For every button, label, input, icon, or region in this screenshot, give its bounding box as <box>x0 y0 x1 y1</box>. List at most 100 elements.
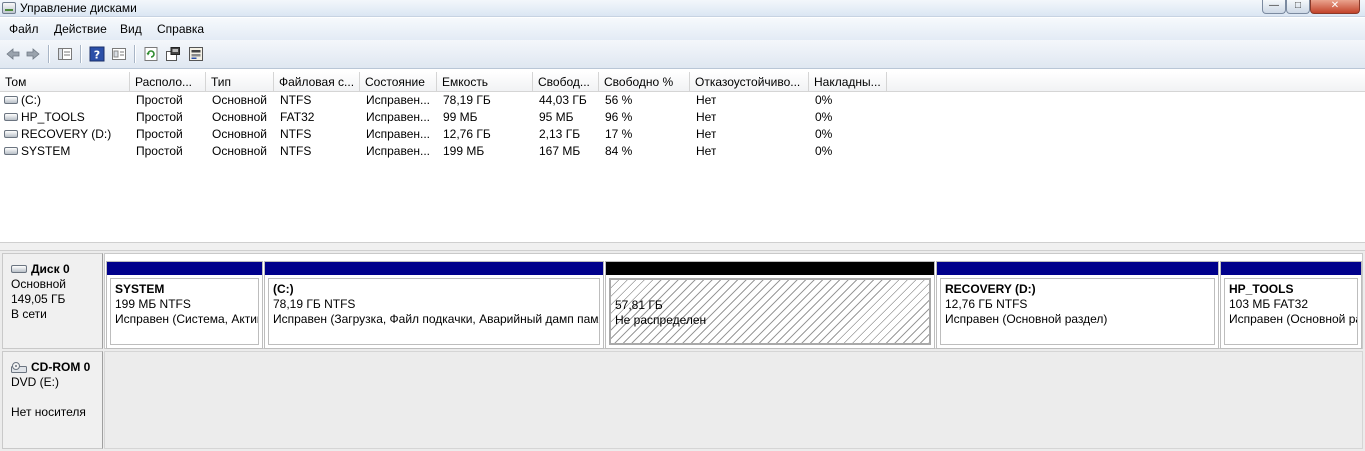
volume-capacity: 99 МБ <box>443 110 478 124</box>
drive-icon <box>4 113 18 121</box>
partition-unallocated[interactable]: 57,81 ГБ Не распределен <box>605 261 935 349</box>
volume-name: RECOVERY (D:) <box>21 127 112 141</box>
volume-free-space: 95 МБ <box>539 110 574 124</box>
column-header-overhead[interactable]: Накладны... <box>809 72 887 92</box>
volume-name: HP_TOOLS <box>21 110 85 124</box>
column-header-filesystem[interactable]: Файловая с... <box>274 72 360 92</box>
drive-icon <box>4 96 18 104</box>
volume-capacity: 78,19 ГБ <box>443 93 491 107</box>
volume-free-percent: 84 % <box>605 144 633 158</box>
column-header-fault-tolerance[interactable]: Отказоустойчиво... <box>690 72 809 92</box>
column-header-capacity[interactable]: Емкость <box>437 72 533 92</box>
window-title: Управление дисками <box>20 1 137 15</box>
volume-fault-tolerance: Нет <box>696 144 717 158</box>
title-bar: Управление дисками — □ ✕ <box>0 0 1365 17</box>
cdrom-status: Нет носителя <box>11 405 86 419</box>
pane-splitter[interactable] <box>0 242 1365 251</box>
column-header-status[interactable]: Состояние <box>360 72 437 92</box>
drive-icon <box>4 130 18 138</box>
refresh-icon[interactable] <box>143 46 159 62</box>
help-icon[interactable]: ? <box>89 46 105 62</box>
disk-wizard-icon[interactable] <box>188 46 204 62</box>
drive-icon <box>4 147 18 155</box>
minimize-button[interactable]: — <box>1262 0 1286 14</box>
volume-overhead: 0% <box>815 127 833 141</box>
partition-size: 57,81 ГБ <box>615 298 663 312</box>
column-header-type[interactable]: Тип <box>206 72 274 92</box>
table-row[interactable]: SYSTEM Простой Основной NTFS Исправен...… <box>0 143 1365 160</box>
disk-status: В сети <box>11 307 47 321</box>
partition-bar <box>1221 262 1361 275</box>
menu-help[interactable]: Справка <box>157 22 204 36</box>
partition-name: RECOVERY (D:) <box>945 282 1036 296</box>
partition-size: 78,19 ГБ NTFS <box>273 297 356 311</box>
column-header-layout[interactable]: Располо... <box>130 72 206 92</box>
volume-type: Основной <box>212 93 268 107</box>
volume-fault-tolerance: Нет <box>696 127 717 141</box>
volume-filesystem: NTFS <box>280 93 312 107</box>
volume-status: Исправен... <box>366 110 431 124</box>
volume-free-percent: 17 % <box>605 127 633 141</box>
partition-status: Исправен (Загрузка, Файл подкачки, Авари… <box>273 312 599 326</box>
table-row[interactable]: (C:) Простой Основной NTFS Исправен... 7… <box>0 92 1365 109</box>
list-view-icon[interactable] <box>57 46 73 62</box>
maximize-button[interactable]: □ <box>1286 0 1310 14</box>
column-header-volume[interactable]: Том <box>0 72 130 92</box>
partition-bar <box>265 262 603 275</box>
table-row[interactable]: HP_TOOLS Простой Основной FAT32 Исправен… <box>0 109 1365 126</box>
toolbar: ? <box>0 40 1365 69</box>
hard-disk-icon <box>11 265 27 273</box>
volume-filesystem: NTFS <box>280 127 312 141</box>
cdrom-0-label[interactable]: CD-ROM 0 DVD (E:) Нет носителя <box>2 351 103 449</box>
toolbar-separator <box>134 45 135 63</box>
volume-overhead: 0% <box>815 144 833 158</box>
back-arrow-icon[interactable] <box>5 46 21 62</box>
volume-list: Том Располо... Тип Файловая с... Состоян… <box>0 72 1365 242</box>
volume-type: Основной <box>212 144 268 158</box>
close-button[interactable]: ✕ <box>1310 0 1360 14</box>
volume-layout: Простой <box>136 144 183 158</box>
partition-name: SYSTEM <box>115 282 165 296</box>
partition-recovery[interactable]: RECOVERY (D:) 12,76 ГБ NTFS Исправен (Ос… <box>936 261 1219 349</box>
cdrom-0-area <box>104 351 1363 449</box>
partition-name: (C:) <box>273 282 294 296</box>
volume-free-space: 44,03 ГБ <box>539 93 587 107</box>
volume-layout: Простой <box>136 127 183 141</box>
forward-arrow-icon[interactable] <box>25 46 41 62</box>
volume-layout: Простой <box>136 110 183 124</box>
partition-status: Исправен (Основной раздел) <box>1229 312 1357 326</box>
partition-status: Исправен (Основной раздел) <box>945 312 1108 326</box>
partition-system[interactable]: SYSTEM 199 МБ NTFS Исправен (Система, Ак… <box>106 261 263 349</box>
properties-icon[interactable] <box>111 46 127 62</box>
settings-icon[interactable] <box>165 46 181 62</box>
disk-0-label[interactable]: Диск 0 Основной 149,05 ГБ В сети <box>2 253 103 349</box>
table-row[interactable]: RECOVERY (D:) Простой Основной NTFS Испр… <box>0 126 1365 143</box>
cdrom-type: DVD (E:) <box>11 375 59 389</box>
partition-bar <box>107 262 262 275</box>
partition-status: Не распределен <box>615 313 707 327</box>
volume-status: Исправен... <box>366 93 431 107</box>
volume-free-space: 2,13 ГБ <box>539 127 581 141</box>
partition-bar <box>937 262 1218 275</box>
volume-capacity: 199 МБ <box>443 144 485 158</box>
list-header: Том Располо... Тип Файловая с... Состоян… <box>0 72 1365 92</box>
toolbar-separator <box>48 45 49 63</box>
partition-hp-tools[interactable]: HP_TOOLS 103 МБ FAT32 Исправен (Основной… <box>1220 261 1362 349</box>
disk-size: 149,05 ГБ <box>11 292 66 306</box>
column-header-free-space[interactable]: Свобод... <box>533 72 599 92</box>
volume-filesystem: FAT32 <box>280 110 315 124</box>
partition-c[interactable]: (C:) 78,19 ГБ NTFS Исправен (Загрузка, Ф… <box>264 261 604 349</box>
partition-size: 12,76 ГБ NTFS <box>945 297 1028 311</box>
menu-file[interactable]: Файл <box>9 22 39 36</box>
volume-overhead: 0% <box>815 110 833 124</box>
cd-drive-icon <box>11 362 27 373</box>
volume-free-percent: 56 % <box>605 93 633 107</box>
menu-bar: Файл Действие Вид Справка <box>0 18 1365 40</box>
disk-name: Диск 0 <box>11 262 102 277</box>
volume-overhead: 0% <box>815 93 833 107</box>
volume-filesystem: NTFS <box>280 144 312 158</box>
menu-action[interactable]: Действие <box>54 22 107 36</box>
column-header-free-percent[interactable]: Свободно % <box>599 72 690 92</box>
menu-view[interactable]: Вид <box>120 22 142 36</box>
graphical-disk-view: Диск 0 Основной 149,05 ГБ В сети SYSTEM … <box>0 251 1365 451</box>
